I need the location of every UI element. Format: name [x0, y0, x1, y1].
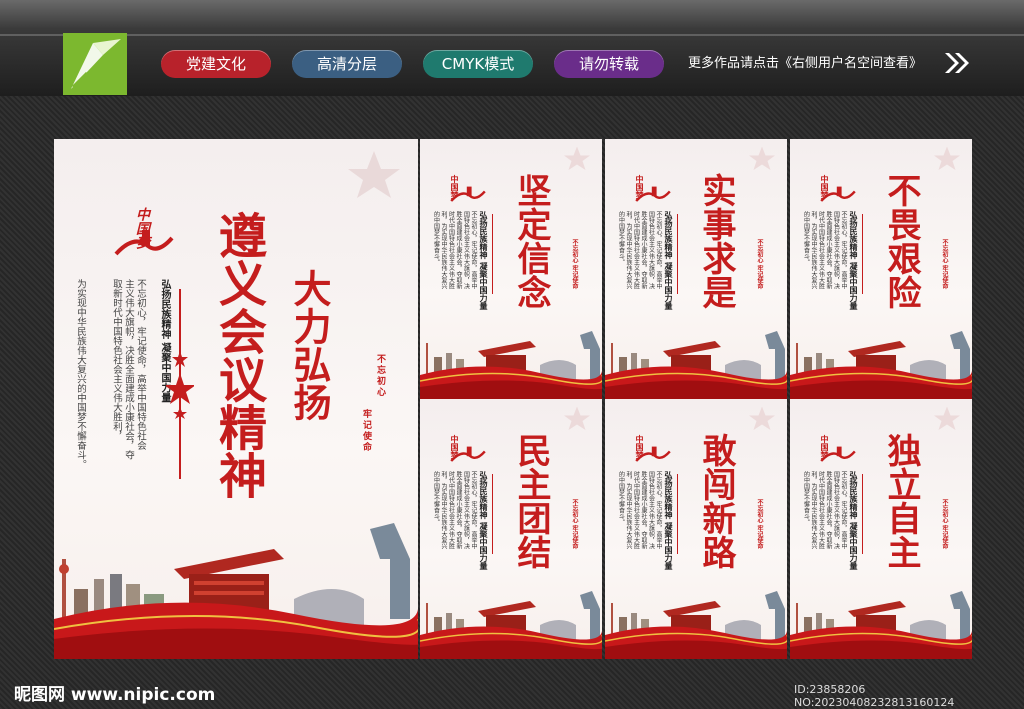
image-id: ID:23858206 NO:20230408232813160124 — [794, 683, 955, 709]
main-poster: 中国梦 遵义会议精神 大力弘扬 弘扬民族精神 凝聚中国力量 不忘初心，牢记使命，… — [54, 139, 418, 659]
small-body: 不忘初心，牢记使命，高举中国特色社会主义伟大旗帜，决胜全面建成小康社会，夺取新时… — [432, 471, 478, 549]
faint-star-icon — [934, 146, 960, 170]
small-subtitle: 弘扬民族精神 凝聚中国力量 — [664, 211, 673, 310]
small-poster-2: 中国梦 不畏艰险 弘扬民族精神 凝聚中国力量 不忘初心，牢记使命，高举中国特色社… — [790, 139, 972, 399]
small-seal: 不忘初心 牢记使命 — [756, 239, 763, 290]
small-divider — [677, 214, 678, 294]
small-divider — [492, 214, 493, 294]
seal-text-2: 牢记使命 — [361, 409, 371, 453]
city-skyline — [420, 591, 602, 659]
faint-star-icon — [348, 151, 400, 198]
great-wall-icon — [820, 186, 856, 202]
small-body: 不忘初心，牢记使命，高举中国特色社会主义伟大旗帜，决胜全面建成小康社会，夺取新时… — [802, 471, 848, 549]
small-divider — [862, 474, 863, 554]
small-subtitle: 弘扬民族精神 凝聚中国力量 — [479, 471, 488, 570]
small-seal: 不忘初心 牢记使命 — [941, 499, 948, 550]
small-poster-4: 中国梦 敢闯新路 弘扬民族精神 凝聚中国力量 不忘初心，牢记使命，高举中国特色社… — [605, 399, 787, 659]
great-wall-icon — [450, 446, 486, 462]
small-poster-title: 实事求是 — [696, 173, 736, 309]
main-body-col1: 不忘初心，牢记使命，高举中国特色社会 — [135, 279, 146, 450]
small-seal: 不忘初心 牢记使命 — [571, 499, 578, 550]
small-body: 不忘初心，牢记使命，高举中国特色社会主义伟大旗帜，决胜全面建成小康社会，夺取新时… — [617, 211, 663, 289]
pen-icon — [71, 39, 121, 89]
seal-text-1: 不忘初心 — [375, 354, 385, 398]
tag-pill-2: CMYK模式 — [423, 50, 533, 78]
city-skyline — [54, 523, 418, 659]
banner-gloss — [0, 34, 1024, 36]
main-body-col2: 取新时代中国特色社会主义伟大胜利， — [111, 279, 122, 441]
small-poster-title: 敢闯新路 — [696, 433, 736, 569]
double-arrow-icon[interactable] — [943, 50, 971, 76]
main-title-secondary: 大力弘扬 — [287, 269, 332, 421]
small-poster-title: 民主团结 — [511, 433, 551, 569]
small-body: 不忘初心，牢记使命，高举中国特色社会主义伟大旗帜，决胜全面建成小康社会，夺取新时… — [432, 211, 478, 289]
small-divider — [677, 474, 678, 554]
small-poster-title: 独立自主 — [881, 433, 921, 569]
main-body-col3: 为实现中华民族伟大复兴的中国梦不懈奋斗。 — [75, 279, 86, 469]
great-wall-icon — [114, 230, 174, 256]
faint-star-icon — [934, 406, 960, 430]
small-subtitle: 弘扬民族精神 凝聚中国力量 — [849, 471, 858, 570]
tag-pill-0: 党建文化 — [161, 50, 271, 78]
small-subtitle: 弘扬民族精神 凝聚中国力量 — [664, 471, 673, 570]
great-wall-icon — [635, 186, 671, 202]
small-body: 不忘初心，牢记使命，高举中国特色社会主义伟大旗帜，决胜全面建成小康社会，夺取新时… — [617, 471, 663, 549]
small-divider — [492, 474, 493, 554]
small-poster-title: 不畏艰险 — [881, 173, 921, 309]
site-watermark: 昵图网 www.nipic.com — [14, 685, 216, 705]
small-seal: 不忘初心 牢记使命 — [941, 239, 948, 290]
great-wall-icon — [450, 186, 486, 202]
small-poster-5: 中国梦 独立自主 弘扬民族精神 凝聚中国力量 不忘初心，牢记使命，高举中国特色社… — [790, 399, 972, 659]
small-poster-1: 中国梦 实事求是 弘扬民族精神 凝聚中国力量 不忘初心，牢记使命，高举中国特色社… — [605, 139, 787, 399]
faint-star-icon — [749, 146, 775, 170]
small-poster-3: 中国梦 民主团结 弘扬民族精神 凝聚中国力量 不忘初心，牢记使命，高举中国特色社… — [420, 399, 602, 659]
city-skyline — [420, 331, 602, 399]
top-banner: 党建文化 高清分层 CMYK模式 请勿转载 更多作品请点击《右侧用户名空间查看》 — [0, 0, 1024, 96]
faint-star-icon — [749, 406, 775, 430]
small-subtitle: 弘扬民族精神 凝聚中国力量 — [849, 211, 858, 310]
small-poster-title: 坚定信念 — [511, 173, 551, 309]
small-divider — [862, 214, 863, 294]
tag-pill-3: 请勿转载 — [554, 50, 664, 78]
faint-star-icon — [564, 146, 590, 170]
city-skyline — [605, 331, 787, 399]
brand-logo — [63, 33, 127, 95]
city-skyline — [605, 591, 787, 659]
tag-pill-1: 高清分层 — [292, 50, 402, 78]
small-poster-0: 中国梦 坚定信念 弘扬民族精神 凝聚中国力量 不忘初心，牢记使命，高举中国特色社… — [420, 139, 602, 399]
faint-star-icon — [564, 406, 590, 430]
small-body: 不忘初心，牢记使命，高举中国特色社会主义伟大旗帜，决胜全面建成小康社会，夺取新时… — [802, 211, 848, 289]
great-wall-icon — [820, 446, 856, 462]
great-wall-icon — [635, 446, 671, 462]
city-skyline — [790, 591, 972, 659]
stars-icon — [166, 351, 194, 419]
more-works-note: 更多作品请点击《右侧用户名空间查看》 — [688, 56, 923, 71]
city-skyline — [790, 331, 972, 399]
main-title: 遵义会议精神 — [210, 211, 266, 499]
small-subtitle: 弘扬民族精神 凝聚中国力量 — [479, 211, 488, 310]
small-seal: 不忘初心 牢记使命 — [571, 239, 578, 290]
small-seal: 不忘初心 牢记使命 — [756, 499, 763, 550]
main-body-col0: 主义伟大旗帜，决胜全面建成小康社会，夺 — [123, 279, 134, 460]
